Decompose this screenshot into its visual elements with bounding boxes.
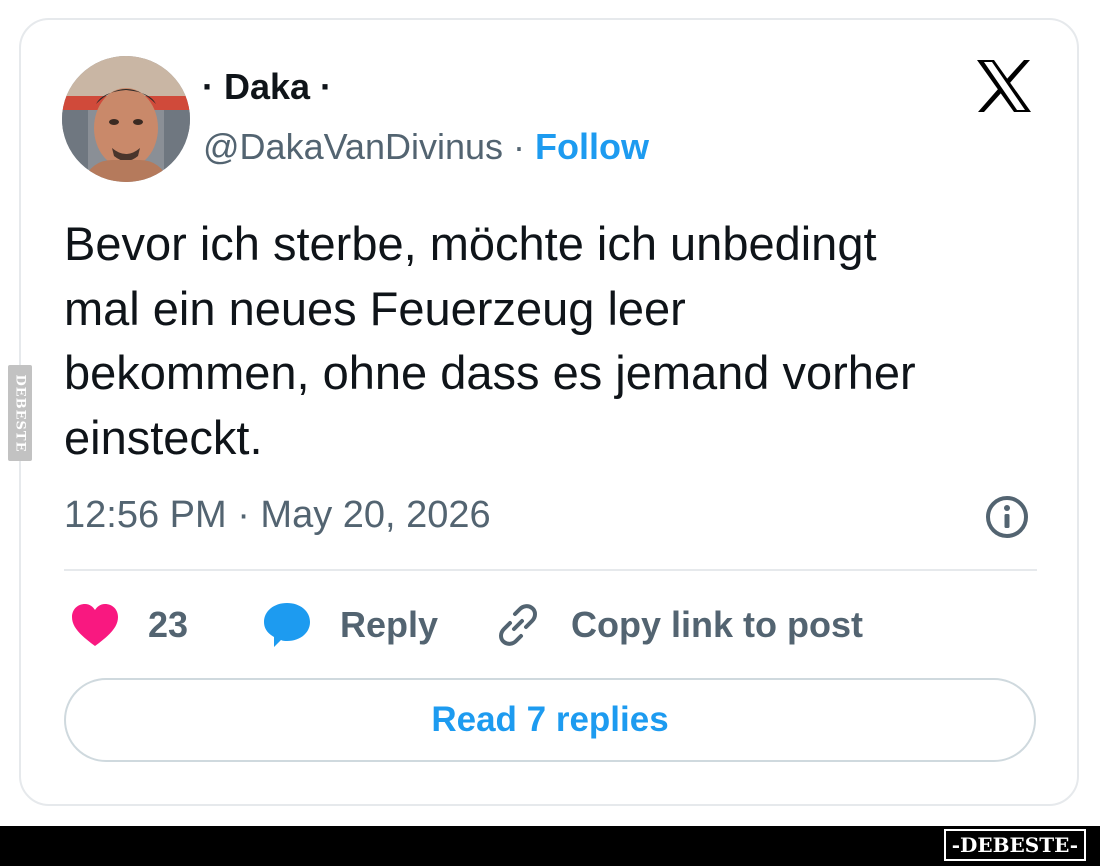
tweet-timestamp[interactable]: 12:56 PM · May 20, 2026 <box>64 494 491 537</box>
handle-row: @DakaVanDivinus · Follow <box>203 126 649 168</box>
side-watermark-text: DEBESTE <box>12 373 28 453</box>
footer-watermark-logo: -DEBESTE- <box>943 829 1086 861</box>
tweet-text: Bevor ich sterbe, möchte ich unbedingt m… <box>64 212 1044 470</box>
x-logo-icon[interactable] <box>975 58 1033 114</box>
link-icon <box>499 604 537 646</box>
reply-button[interactable]: Reply <box>262 600 438 650</box>
tweet-text-line: einsteckt. <box>64 410 263 464</box>
user-handle[interactable]: @DakaVanDivinus <box>203 126 503 167</box>
tweet-text-line: bekommen, ohne dass es jemand vorher <box>64 346 916 399</box>
info-icon[interactable] <box>984 494 1030 540</box>
read-replies-button[interactable]: Read 7 replies <box>64 678 1036 762</box>
copy-link-label: Copy link to post <box>571 604 863 645</box>
side-watermark: DEBESTE <box>8 365 32 461</box>
handle-separator: · <box>503 126 536 167</box>
follow-button[interactable]: Follow <box>535 126 649 167</box>
avatar[interactable] <box>62 56 190 182</box>
display-name[interactable]: · Daka · <box>202 66 332 108</box>
tweet-text-line: Bevor ich sterbe, möchte ich unbedingt <box>64 217 877 270</box>
like-button[interactable]: 23 <box>70 600 188 650</box>
divider <box>64 569 1037 571</box>
tweet-text-line: mal ein neues Feuerzeug leer <box>64 281 686 335</box>
footer-bar: -DEBESTE- <box>0 826 1100 866</box>
reply-label: Reply <box>340 604 439 645</box>
speech-bubble-icon <box>264 603 310 647</box>
heart-icon <box>72 604 118 646</box>
copy-link-button[interactable]: Copy link to post <box>494 600 863 650</box>
avatar-photo <box>62 56 190 182</box>
like-count: 23 <box>148 604 189 645</box>
